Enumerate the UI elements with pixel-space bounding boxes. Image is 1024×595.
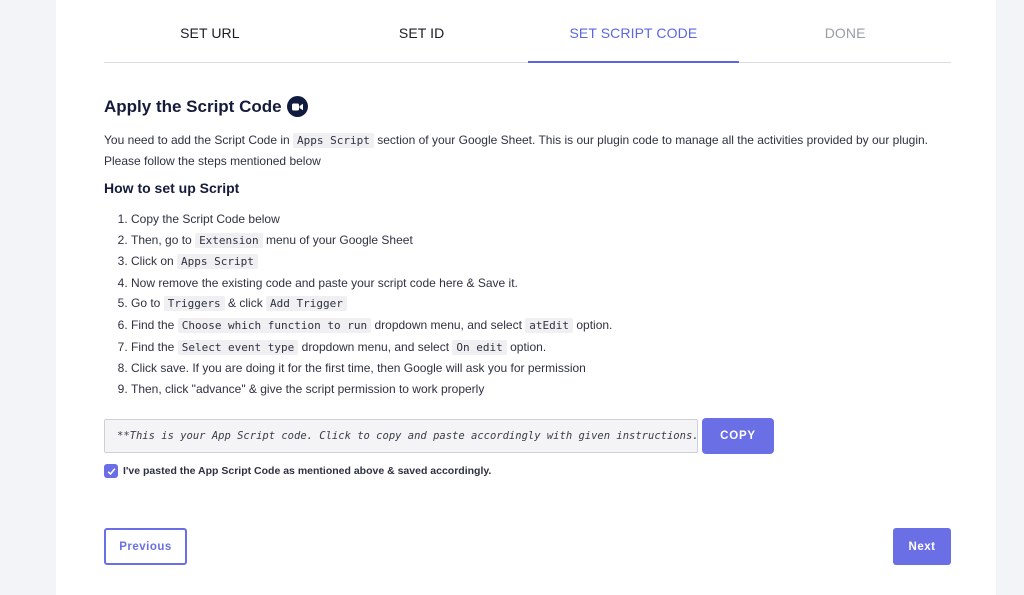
step-code: Add Trigger xyxy=(266,296,347,312)
howto-step: Click on Apps Script xyxy=(131,251,612,273)
tab-set-url[interactable]: SET URL xyxy=(104,0,316,62)
step-text: Find the xyxy=(131,339,175,354)
step-text: Click save. If you are doing it for the … xyxy=(131,361,586,376)
next-button[interactable]: Next xyxy=(893,528,951,565)
step-code: Select event type xyxy=(177,339,299,355)
intro-text-before: You need to add the Script Code in xyxy=(104,133,290,147)
howto-step: Click save. If you are doing it for the … xyxy=(131,358,612,379)
step-text: dropdown menu, and select xyxy=(301,339,450,354)
step-text: Go to xyxy=(131,296,161,311)
step-code: Extension xyxy=(195,232,263,248)
video-camera-icon[interactable] xyxy=(286,96,308,117)
previous-button[interactable]: Previous xyxy=(104,528,187,565)
tab-set-script-code[interactable]: SET SCRIPT CODE xyxy=(527,0,740,63)
setup-card: SET URL SET ID SET SCRIPT CODE DONE Appl… xyxy=(56,0,996,595)
intro-code-apps-script: Apps Script xyxy=(293,133,374,148)
howto-heading: How to set up Script xyxy=(104,180,240,196)
step-text: Then, click "advance" & give the script … xyxy=(131,381,485,396)
step-text: & click xyxy=(228,296,263,311)
howto-step: Then, go to Extension menu of your Googl… xyxy=(131,230,612,252)
step-code: Triggers xyxy=(163,296,225,312)
step-text: option. xyxy=(576,317,613,332)
step-text: menu of your Google Sheet xyxy=(266,232,413,247)
confirm-checkbox[interactable] xyxy=(104,464,118,478)
check-icon xyxy=(107,467,115,475)
step-text: option. xyxy=(510,339,547,354)
step-text: Now remove the existing code and paste y… xyxy=(131,275,518,290)
howto-step: Now remove the existing code and paste y… xyxy=(131,273,612,294)
tab-set-id[interactable]: SET ID xyxy=(316,0,528,62)
step-code: atEdit xyxy=(525,317,574,333)
step-text: dropdown menu, and select xyxy=(374,317,522,332)
howto-step: Then, click "advance" & give the script … xyxy=(131,379,612,400)
step-code: Choose which function to run xyxy=(177,317,372,333)
copy-button[interactable]: COPY xyxy=(702,418,774,454)
step-tabs: SET URL SET ID SET SCRIPT CODE DONE xyxy=(104,0,951,63)
step-code: On edit xyxy=(452,339,507,355)
section-title: Apply the Script Code xyxy=(104,96,282,116)
confirm-label: I've pasted the App Script Code as menti… xyxy=(123,465,492,477)
step-code: Apps Script xyxy=(177,254,258,270)
script-code-box[interactable]: **This is your App Script code. Click to… xyxy=(104,419,698,453)
tab-done[interactable]: DONE xyxy=(739,0,951,62)
howto-steps-list: Copy the Script Code below Then, go to Ex… xyxy=(104,209,612,399)
step-text: Click on xyxy=(131,254,174,269)
howto-step: Go to Triggers & click Add Trigger xyxy=(131,293,612,315)
howto-step: Copy the Script Code below xyxy=(131,209,612,230)
intro-paragraph: You need to add the Script Code in Apps … xyxy=(104,130,934,171)
howto-step: Find the Select event type dropdown menu… xyxy=(131,337,612,359)
howto-step: Find the Choose which function to run dr… xyxy=(131,315,612,337)
step-text: Find the xyxy=(131,317,175,332)
confirm-row: I've pasted the App Script Code as menti… xyxy=(104,464,491,478)
section-title-row: Apply the Script Code xyxy=(104,96,308,117)
step-text: Then, go to xyxy=(131,232,192,247)
step-text: Copy the Script Code below xyxy=(131,212,280,226)
